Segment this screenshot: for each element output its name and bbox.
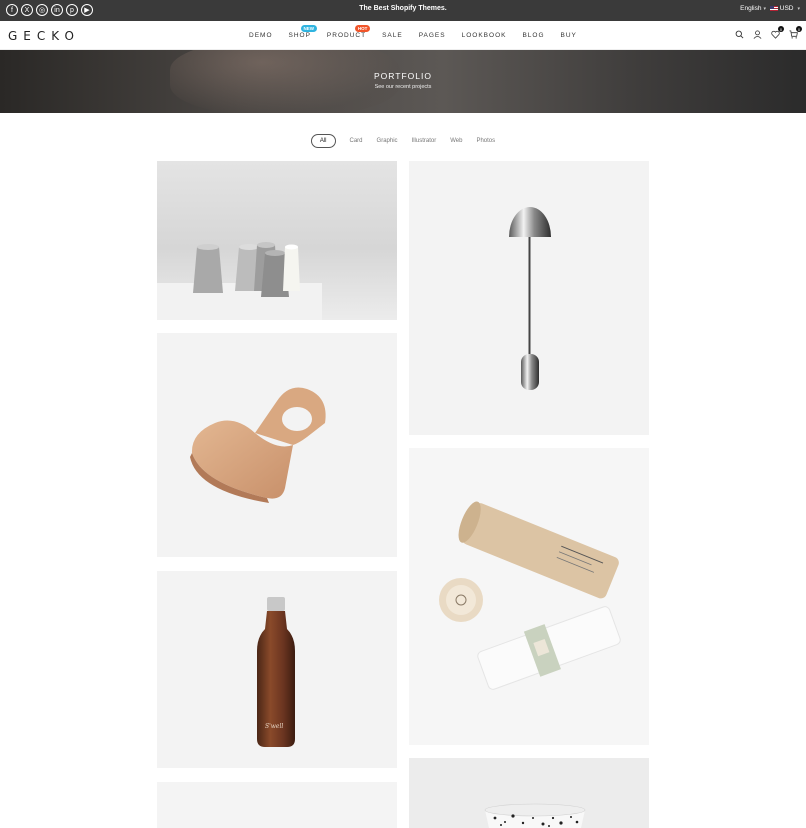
nav-label: DEMO — [249, 32, 273, 39]
header-icons: 0 0 — [735, 26, 802, 39]
nav-product[interactable]: PRODUCT HOT — [326, 25, 371, 39]
yarn-spools-image — [157, 242, 322, 320]
portfolio-item-speckled-bowl[interactable] — [409, 758, 649, 828]
currency-selector[interactable]: USD ▾ — [769, 5, 800, 12]
wishlist-icon[interactable]: 0 — [771, 26, 784, 39]
wood-bottle-image — [257, 597, 295, 747]
currency-label: USD — [779, 5, 794, 12]
cart-icon[interactable]: 0 — [789, 26, 802, 39]
bottle-brand-label: S'well — [265, 723, 284, 730]
nav-demo[interactable]: DEMO — [249, 32, 273, 39]
main-nav: DEMO SHOP NEW PRODUCT HOT SALE PAGES LOOKB… — [249, 25, 593, 39]
filter-illustrator[interactable]: Illustrator — [412, 138, 437, 144]
us-flag-icon — [769, 6, 778, 11]
page-banner: PORTFOLIO See our recent projects — [0, 50, 806, 113]
nav-label: SALE — [382, 32, 403, 39]
top-bar: f X ◎ in p ▶ The Best Shopify Themes. En… — [0, 0, 806, 21]
filter-card[interactable]: Card — [350, 138, 363, 144]
nav-label: LOOKBOOK — [461, 32, 507, 39]
filter-all[interactable]: All — [310, 134, 336, 148]
language-label: English — [740, 5, 762, 12]
nav-label: SHOP — [288, 32, 311, 39]
nav-pages[interactable]: PAGES — [419, 32, 446, 39]
page-title: PORTFOLIO — [374, 71, 432, 81]
site-header: GECKO DEMO SHOP NEW PRODUCT HOT SALE PAGES… — [0, 21, 806, 50]
wood-stand-image — [190, 387, 326, 503]
floor-lamp-image — [509, 207, 551, 390]
hot-badge: HOT — [354, 25, 371, 32]
nav-lookbook[interactable]: LOOKBOOK — [462, 32, 507, 39]
packaging-tubes-image — [439, 501, 621, 690]
portfolio-item-floor-lamp[interactable] — [409, 161, 649, 435]
filter-web[interactable]: Web — [450, 138, 462, 144]
portfolio-item[interactable] — [157, 782, 397, 828]
portfolio-filters: All Card Graphic Illustrator Web Photos — [0, 134, 806, 148]
nav-label: PAGES — [418, 32, 446, 39]
chevron-down-icon: ▾ — [797, 5, 800, 12]
nav-buy[interactable]: BUY — [561, 32, 577, 39]
filter-photos[interactable]: Photos — [476, 138, 495, 144]
promo-text: The Best Shopify Themes. — [359, 5, 447, 12]
search-icon[interactable] — [735, 30, 744, 39]
portfolio-item-wood-bottle[interactable]: S'well — [157, 571, 397, 768]
portfolio-item-packaging-tubes[interactable] — [409, 448, 649, 745]
filter-graphic[interactable]: Graphic — [377, 138, 398, 144]
chevron-down-icon: ▾ — [763, 6, 766, 12]
nav-label: BLOG — [522, 32, 545, 39]
nav-sale[interactable]: SALE — [382, 32, 403, 39]
speckled-bowl-image — [484, 803, 586, 828]
banner-image — [170, 50, 400, 113]
logo[interactable]: GECKO — [8, 29, 80, 43]
nav-label: PRODUCT — [326, 32, 367, 39]
page-subtitle: See our recent projects — [374, 84, 432, 90]
wishlist-count: 0 — [778, 26, 784, 32]
portfolio-item-yarn-spools[interactable] — [157, 161, 397, 320]
new-badge: NEW — [300, 25, 317, 32]
account-icon[interactable] — [753, 30, 762, 39]
nav-blog[interactable]: BLOG — [522, 32, 544, 39]
cart-count: 0 — [796, 26, 802, 32]
language-selector[interactable]: English ▾ — [740, 5, 766, 12]
nav-label: BUY — [560, 32, 577, 39]
portfolio-item-wood-stand[interactable] — [157, 333, 397, 557]
nav-shop[interactable]: SHOP NEW — [288, 25, 317, 39]
